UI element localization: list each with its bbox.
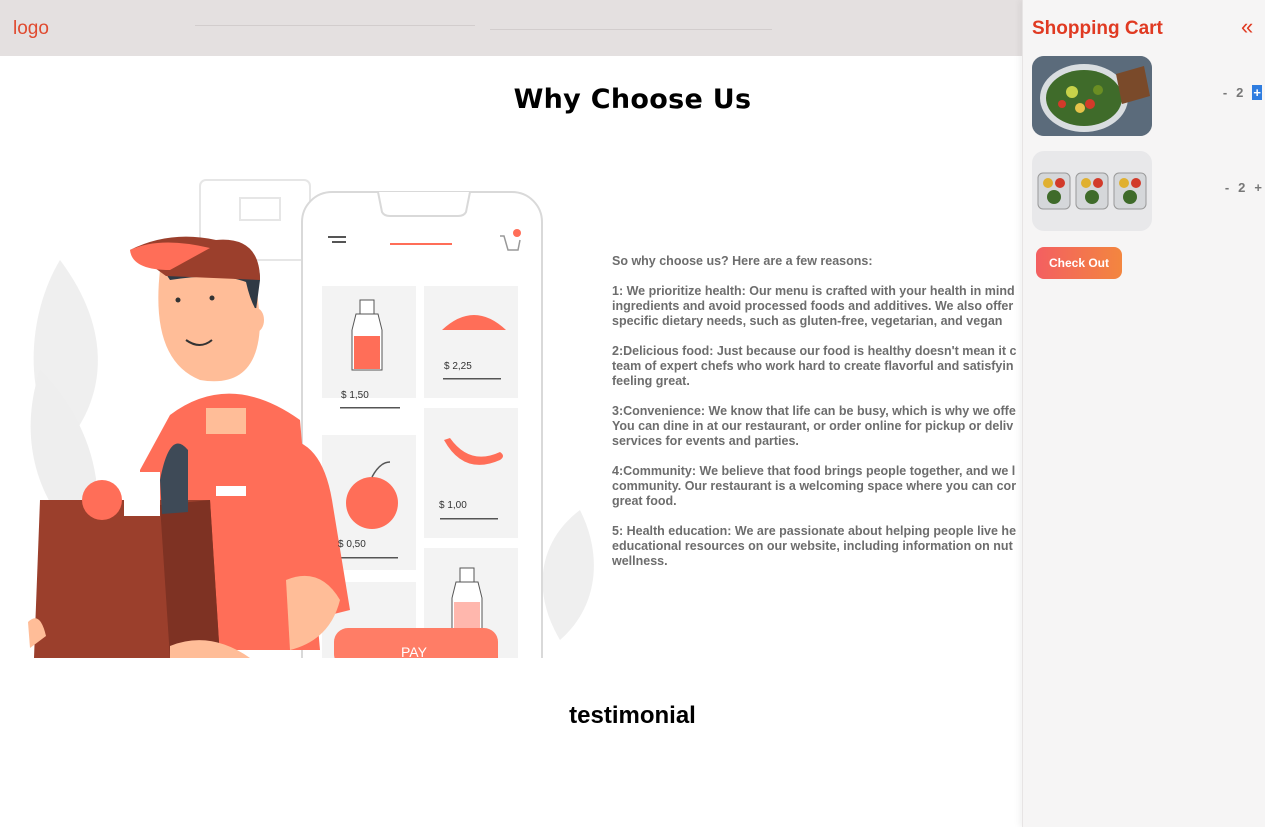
decrease-qty-button[interactable]: - [1223, 85, 1227, 100]
price-tag: $ 2,25 [444, 361, 472, 372]
increase-qty-button[interactable]: + [1254, 180, 1262, 195]
quantity-stepper: - 2 + [1223, 85, 1262, 100]
delivery-man-illustration [28, 179, 594, 658]
pay-label: PAY [401, 644, 427, 658]
shopping-cart-panel: Shopping Cart « - 2 + - 2 + Check Out [1022, 0, 1265, 827]
quantity-stepper: - 2 + [1225, 180, 1262, 195]
price-tag: $ 0,50 [338, 539, 366, 550]
nav-divider [490, 29, 772, 30]
qty-value: 2 [1236, 85, 1244, 100]
reasons-intro: So why choose us? Here are a few reasons… [612, 254, 873, 268]
reason-1: 1: We prioritize health: Our menu is cra… [612, 284, 1015, 328]
increase-qty-button[interactable]: + [1252, 85, 1262, 100]
reason-2: 2:Delicious food: Just because our food … [612, 344, 1017, 388]
price-tag: $ 1,00 [439, 500, 467, 511]
reason-3: 3:Convenience: We know that life can be … [612, 404, 1016, 448]
collapse-cart-icon[interactable]: « [1241, 14, 1253, 40]
reason-4: 4:Community: We believe that food brings… [612, 464, 1017, 508]
cart-item: - 2 + [1032, 56, 1262, 136]
salad-bowl-image [1032, 56, 1152, 136]
reasons-text: So why choose us? Here are a few reasons… [612, 254, 1032, 584]
meal-prep-containers-image [1032, 151, 1152, 231]
reason-5: 5: Health education: We are passionate a… [612, 524, 1017, 568]
decrease-qty-button[interactable]: - [1225, 180, 1229, 195]
logo[interactable]: logo [13, 18, 49, 40]
price-tag: $ 1,50 [341, 390, 369, 401]
checkout-button[interactable]: Check Out [1036, 247, 1122, 279]
cart-item: - 2 + [1032, 151, 1262, 231]
delivery-illustration: $ 1,50 $ 2,25 $ 1,00 $ 0,50 PAY [20, 170, 600, 658]
cart-title: Shopping Cart [1032, 18, 1163, 39]
qty-value: 2 [1238, 180, 1246, 195]
nav-divider [195, 25, 475, 26]
